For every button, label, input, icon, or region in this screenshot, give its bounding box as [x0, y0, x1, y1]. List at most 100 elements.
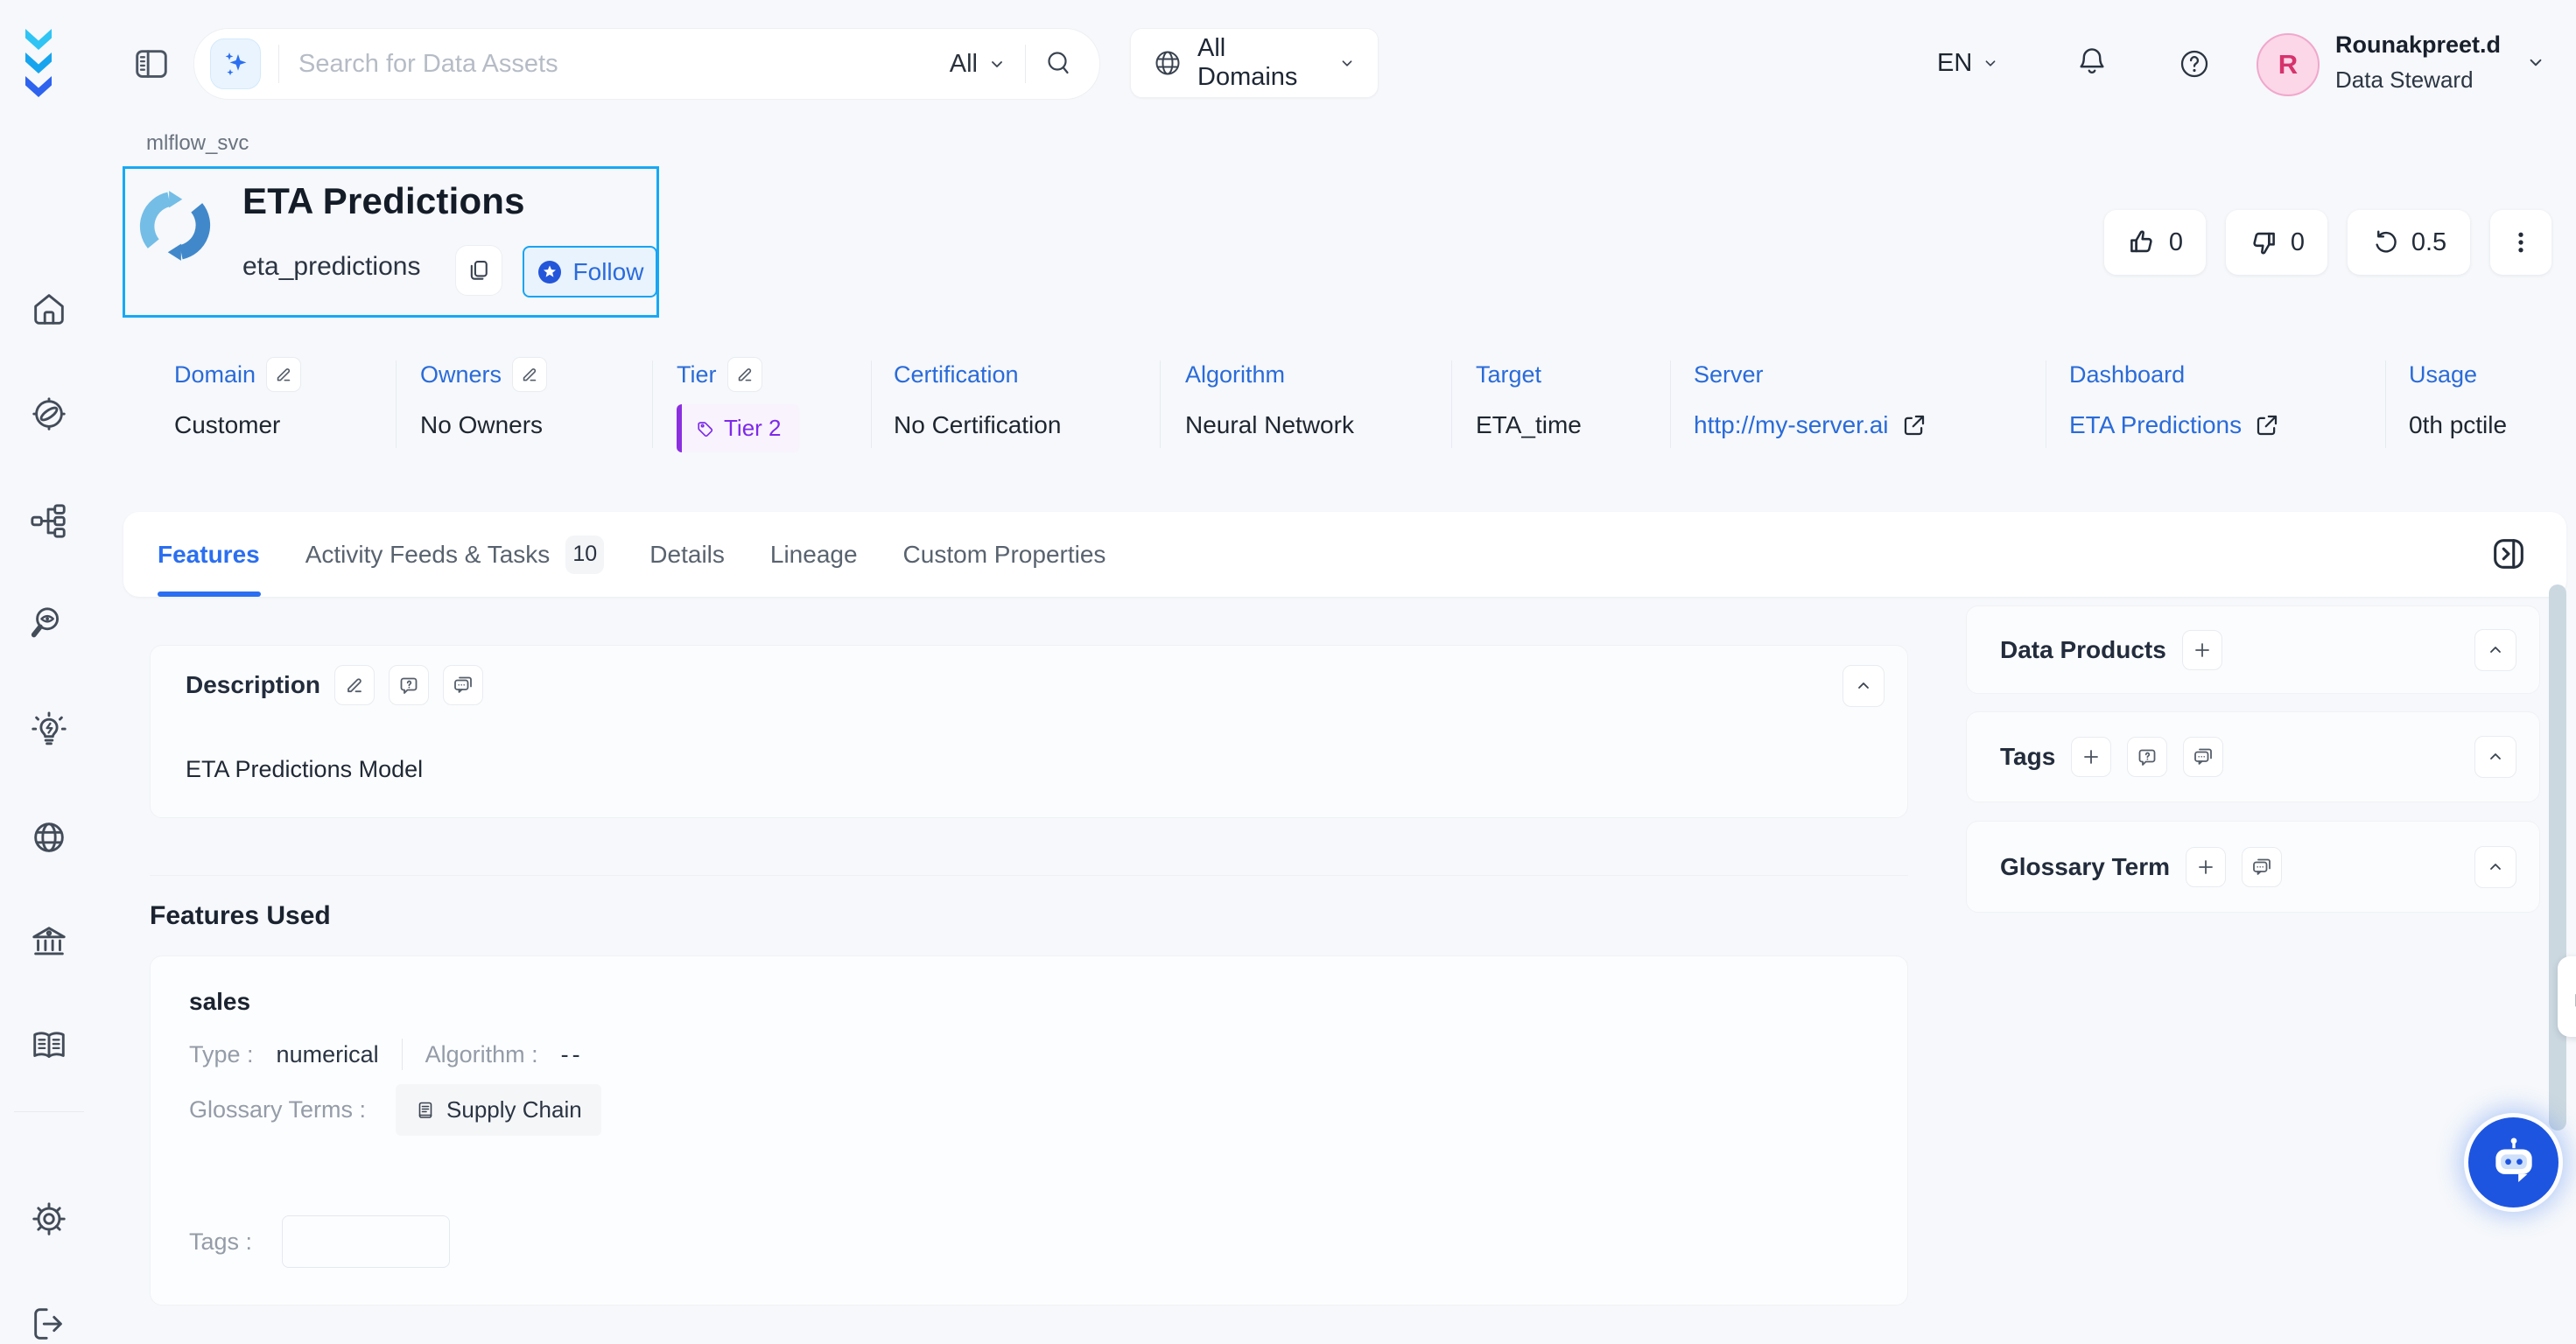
thumbs-down-icon: [2249, 228, 2278, 257]
nav-settings[interactable]: [29, 1199, 69, 1239]
tab-custom-properties[interactable]: Custom Properties: [903, 541, 1106, 569]
algorithm-value: Neural Network: [1185, 411, 1354, 439]
meta-divider: [652, 360, 653, 448]
collapse-glossary-term-button[interactable]: [2474, 846, 2516, 888]
add-tag-chip[interactable]: [282, 1215, 450, 1268]
copy-name-button[interactable]: [455, 245, 502, 296]
meta-dashboard: Dashboard ETA Predictions: [2069, 357, 2280, 439]
nav-explore[interactable]: [29, 394, 69, 434]
nav-observability[interactable]: [29, 604, 69, 644]
inline-divider: [402, 1039, 403, 1070]
edit-description-button[interactable]: [334, 665, 375, 705]
search-scope-dropdown[interactable]: All: [950, 50, 1007, 79]
globe-icon: [29, 817, 69, 858]
language-value: EN: [1937, 49, 1972, 78]
glossary-term-card: Glossary Term: [1966, 821, 2540, 913]
chat-bot-button[interactable]: [2468, 1117, 2558, 1208]
edit-owners-button[interactable]: [512, 357, 547, 392]
breadcrumb[interactable]: mlflow_svc: [146, 131, 249, 156]
add-glossary-term-button[interactable]: [2186, 847, 2226, 887]
certification-label: Certification: [894, 361, 1019, 388]
notifications-button[interactable]: [2073, 44, 2111, 82]
search-divider: [278, 45, 279, 83]
tab-lineage-label: Lineage: [770, 541, 858, 569]
upvote-button[interactable]: 0: [2104, 210, 2206, 275]
chevron-down-icon: [1337, 53, 1357, 73]
tab-features[interactable]: Features: [158, 541, 260, 569]
sidebar-toggle-button[interactable]: [131, 44, 172, 84]
glossary-term-chip[interactable]: Supply Chain: [396, 1084, 601, 1136]
user-info[interactable]: Rounakpreet.d Data Steward: [2335, 32, 2510, 94]
search-submit-button[interactable]: [1043, 48, 1075, 80]
app-logo[interactable]: [23, 26, 81, 100]
tags-conversations-icon[interactable]: [2183, 737, 2223, 777]
nav-govern[interactable]: [29, 922, 69, 962]
entity-title: ETA Predictions: [242, 180, 525, 222]
edit-tier-button[interactable]: [727, 357, 762, 392]
chevron-down-icon: [1981, 53, 2000, 73]
downvote-button[interactable]: 0: [2226, 210, 2327, 275]
collapse-data-products-button[interactable]: [2474, 629, 2516, 671]
nav-glossary[interactable]: [29, 1026, 69, 1066]
nav-lineage[interactable]: [29, 500, 69, 541]
domain-value[interactable]: Customer: [174, 411, 301, 439]
nav-divider: [14, 1111, 84, 1112]
meta-target: Target ETA_time: [1476, 357, 1582, 439]
nav-insights[interactable]: [29, 710, 69, 751]
tab-activity[interactable]: Activity Feeds & Tasks 10: [305, 536, 605, 574]
user-name: Rounakpreet.d: [2335, 32, 2510, 59]
add-data-product-button[interactable]: [2182, 630, 2222, 670]
edit-domain-button[interactable]: [266, 357, 301, 392]
dashboard-link[interactable]: ETA Predictions: [2069, 411, 2280, 439]
follow-button[interactable]: Follow: [523, 246, 657, 298]
domain-label: Domain: [174, 361, 256, 388]
user-avatar[interactable]: R: [2257, 33, 2320, 96]
nav-domains[interactable]: [29, 817, 69, 858]
collapse-description-button[interactable]: [1843, 665, 1885, 707]
glossary-term-chip-label: Supply Chain: [446, 1096, 582, 1124]
compass-icon: [29, 394, 69, 434]
tab-activity-label: Activity Feeds & Tasks: [305, 541, 551, 569]
glossary-term-title: Glossary Term: [2000, 853, 2170, 881]
tab-lineage[interactable]: Lineage: [770, 541, 858, 569]
tag-icon: [696, 419, 715, 438]
all-domains-dropdown[interactable]: All Domains: [1130, 28, 1379, 98]
collapse-tags-button[interactable]: [2474, 736, 2516, 778]
features-used-heading: Features Used: [150, 901, 331, 931]
global-search-bar[interactable]: All: [193, 28, 1100, 100]
feature-algorithm-value: --: [561, 1041, 584, 1068]
owners-label: Owners: [420, 361, 502, 388]
server-link[interactable]: http://my-server.ai: [1694, 411, 1927, 439]
target-value: ETA_time: [1476, 411, 1582, 439]
language-dropdown[interactable]: EN: [1937, 0, 2000, 126]
meta-divider: [871, 360, 872, 448]
follow-star-icon: [537, 259, 563, 285]
tier-chip[interactable]: Tier 2: [677, 404, 799, 452]
glossary-conversations-icon[interactable]: [2242, 847, 2282, 887]
follow-label: Follow: [573, 258, 644, 286]
owners-value: No Owners: [420, 411, 547, 439]
meta-divider: [2385, 360, 2386, 448]
request-tags-icon[interactable]: [2127, 737, 2167, 777]
chevron-up-icon: [1853, 676, 1874, 696]
nav-home[interactable]: [29, 289, 69, 329]
nav-logout[interactable]: [29, 1304, 69, 1344]
search-input[interactable]: [297, 49, 950, 80]
version-value: 0.5: [2411, 228, 2446, 257]
ai-spark-button[interactable]: [210, 38, 261, 89]
description-conversations-icon[interactable]: [443, 665, 483, 705]
tab-details[interactable]: Details: [649, 541, 725, 569]
tier-label: Tier: [677, 361, 717, 388]
logout-icon: [29, 1304, 69, 1344]
request-description-icon[interactable]: [389, 665, 429, 705]
thumbs-up-icon: [2127, 228, 2157, 257]
user-role: Data Steward: [2335, 66, 2510, 94]
page-scrollbar-thumb[interactable]: [2549, 584, 2566, 1130]
edge-peek-widget[interactable]: [2558, 956, 2576, 1037]
add-tag-button[interactable]: [2071, 737, 2111, 777]
collapse-right-panel-button[interactable]: [2488, 533, 2530, 575]
user-menu-chevron[interactable]: [2524, 51, 2547, 74]
help-button[interactable]: [2176, 46, 2213, 82]
more-actions-button[interactable]: [2490, 210, 2551, 275]
version-button[interactable]: 0.5: [2348, 210, 2470, 275]
